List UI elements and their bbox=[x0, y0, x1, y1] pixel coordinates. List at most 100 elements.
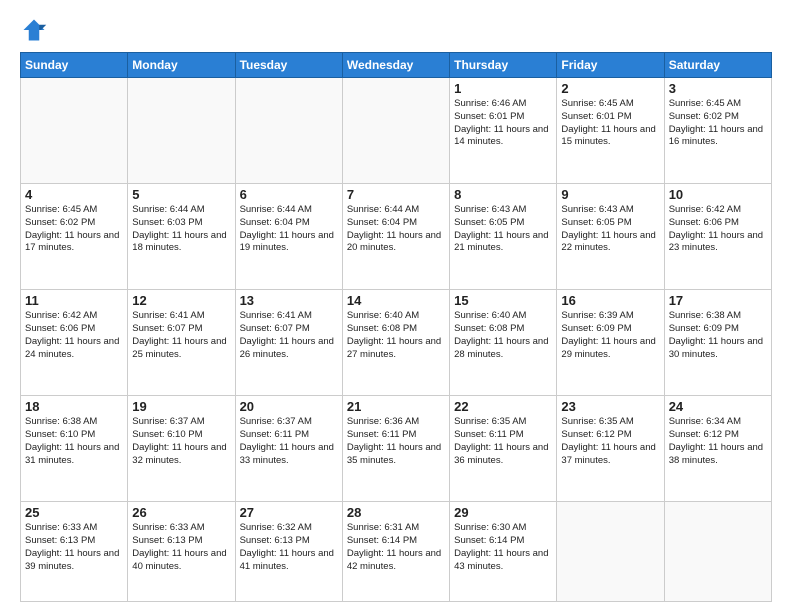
calendar-cell: 7Sunrise: 6:44 AM Sunset: 6:04 PM Daylig… bbox=[342, 184, 449, 290]
weekday-header-wednesday: Wednesday bbox=[342, 53, 449, 78]
day-number: 9 bbox=[561, 187, 659, 202]
day-info: Sunrise: 6:40 AM Sunset: 6:08 PM Dayligh… bbox=[454, 310, 552, 361]
day-info: Sunrise: 6:43 AM Sunset: 6:05 PM Dayligh… bbox=[454, 204, 552, 255]
day-number: 15 bbox=[454, 293, 552, 308]
calendar-cell: 27Sunrise: 6:32 AM Sunset: 6:13 PM Dayli… bbox=[235, 502, 342, 602]
calendar-cell: 25 Sunrise: 6:33 AM Sunset: 6:13 PM Dayli… bbox=[21, 502, 128, 602]
calendar-cell: 23 Sunrise: 6:35 AM Sunset: 6:12 PM Dayli… bbox=[557, 396, 664, 502]
calendar-cell: 4 Sunrise: 6:45 AM Sunset: 6:02 PM Daylig… bbox=[21, 184, 128, 290]
day-info: Sunrise: 6:39 AM Sunset: 6:09 PM Dayligh… bbox=[561, 310, 659, 361]
day-number: 16 bbox=[561, 293, 659, 308]
calendar-cell bbox=[342, 78, 449, 184]
calendar-week-4: 25 Sunrise: 6:33 AM Sunset: 6:13 PM Dayli… bbox=[21, 502, 772, 602]
weekday-header-saturday: Saturday bbox=[664, 53, 771, 78]
weekday-header-thursday: Thursday bbox=[450, 53, 557, 78]
day-number: 24 bbox=[669, 399, 767, 414]
calendar-cell: 9 Sunrise: 6:43 AM Sunset: 6:05 PM Daylig… bbox=[557, 184, 664, 290]
day-info: Sunrise: 6:45 AM Sunset: 6:01 PM Dayligh… bbox=[561, 98, 659, 149]
calendar-table: SundayMondayTuesdayWednesdayThursdayFrid… bbox=[20, 52, 772, 602]
calendar-cell: 13 Sunrise: 6:41 AM Sunset: 6:07 PM Dayli… bbox=[235, 290, 342, 396]
calendar-cell bbox=[235, 78, 342, 184]
day-info: Sunrise: 6:33 AM Sunset: 6:13 PM Dayligh… bbox=[132, 522, 230, 573]
weekday-header-sunday: Sunday bbox=[21, 53, 128, 78]
day-info: Sunrise: 6:30 AM Sunset: 6:14 PM Dayligh… bbox=[454, 522, 552, 573]
day-number: 5 bbox=[132, 187, 230, 202]
day-info: Sunrise: 6:38 AM Sunset: 6:09 PM Dayligh… bbox=[669, 310, 767, 361]
calendar-cell: 2 Sunrise: 6:45 AM Sunset: 6:01 PM Daylig… bbox=[557, 78, 664, 184]
calendar-cell: 17 Sunrise: 6:38 AM Sunset: 6:09 PM Dayli… bbox=[664, 290, 771, 396]
calendar-cell: 11 Sunrise: 6:42 AM Sunset: 6:06 PM Dayli… bbox=[21, 290, 128, 396]
day-number: 29 bbox=[454, 505, 552, 520]
calendar-cell: 3 Sunrise: 6:45 AM Sunset: 6:02 PM Daylig… bbox=[664, 78, 771, 184]
day-info: Sunrise: 6:45 AM Sunset: 6:02 PM Dayligh… bbox=[25, 204, 123, 255]
day-info: Sunrise: 6:41 AM Sunset: 6:07 PM Dayligh… bbox=[240, 310, 338, 361]
day-number: 23 bbox=[561, 399, 659, 414]
calendar-cell: 8 Sunrise: 6:43 AM Sunset: 6:05 PM Daylig… bbox=[450, 184, 557, 290]
day-info: Sunrise: 6:43 AM Sunset: 6:05 PM Dayligh… bbox=[561, 204, 659, 255]
calendar-cell: 19 Sunrise: 6:37 AM Sunset: 6:10 PM Dayli… bbox=[128, 396, 235, 502]
calendar-cell bbox=[128, 78, 235, 184]
weekday-header-row: SundayMondayTuesdayWednesdayThursdayFrid… bbox=[21, 53, 772, 78]
day-info: Sunrise: 6:37 AM Sunset: 6:11 PM Dayligh… bbox=[240, 416, 338, 467]
calendar-cell: 20 Sunrise: 6:37 AM Sunset: 6:11 PM Dayli… bbox=[235, 396, 342, 502]
day-info: Sunrise: 6:41 AM Sunset: 6:07 PM Dayligh… bbox=[132, 310, 230, 361]
calendar-cell: 28Sunrise: 6:31 AM Sunset: 6:14 PM Dayli… bbox=[342, 502, 449, 602]
day-info: Sunrise: 6:44 AM Sunset: 6:04 PM Dayligh… bbox=[240, 204, 338, 255]
day-number: 2 bbox=[561, 81, 659, 96]
logo bbox=[20, 16, 52, 44]
day-number: 1 bbox=[454, 81, 552, 96]
calendar-cell: 22 Sunrise: 6:35 AM Sunset: 6:11 PM Dayli… bbox=[450, 396, 557, 502]
day-number: 4 bbox=[25, 187, 123, 202]
calendar-week-2: 11 Sunrise: 6:42 AM Sunset: 6:06 PM Dayli… bbox=[21, 290, 772, 396]
day-info: Sunrise: 6:38 AM Sunset: 6:10 PM Dayligh… bbox=[25, 416, 123, 467]
day-info: Sunrise: 6:37 AM Sunset: 6:10 PM Dayligh… bbox=[132, 416, 230, 467]
day-number: 11 bbox=[25, 293, 123, 308]
day-number: 13 bbox=[240, 293, 338, 308]
day-info: Sunrise: 6:45 AM Sunset: 6:02 PM Dayligh… bbox=[669, 98, 767, 149]
day-number: 17 bbox=[669, 293, 767, 308]
day-number: 25 bbox=[25, 505, 123, 520]
day-info: Sunrise: 6:31 AM Sunset: 6:14 PM Dayligh… bbox=[347, 522, 445, 573]
weekday-header-monday: Monday bbox=[128, 53, 235, 78]
weekday-header-tuesday: Tuesday bbox=[235, 53, 342, 78]
day-info: Sunrise: 6:35 AM Sunset: 6:11 PM Dayligh… bbox=[454, 416, 552, 467]
calendar-cell: 1 Sunrise: 6:46 AM Sunset: 6:01 PM Daylig… bbox=[450, 78, 557, 184]
day-info: Sunrise: 6:34 AM Sunset: 6:12 PM Dayligh… bbox=[669, 416, 767, 467]
day-info: Sunrise: 6:46 AM Sunset: 6:01 PM Dayligh… bbox=[454, 98, 552, 149]
calendar-cell: 18 Sunrise: 6:38 AM Sunset: 6:10 PM Dayli… bbox=[21, 396, 128, 502]
day-number: 12 bbox=[132, 293, 230, 308]
calendar-cell bbox=[664, 502, 771, 602]
day-number: 19 bbox=[132, 399, 230, 414]
calendar-cell: 6Sunrise: 6:44 AM Sunset: 6:04 PM Daylig… bbox=[235, 184, 342, 290]
day-number: 27 bbox=[240, 505, 338, 520]
day-info: Sunrise: 6:42 AM Sunset: 6:06 PM Dayligh… bbox=[25, 310, 123, 361]
calendar-cell bbox=[557, 502, 664, 602]
day-info: Sunrise: 6:33 AM Sunset: 6:13 PM Dayligh… bbox=[25, 522, 123, 573]
calendar-week-3: 18 Sunrise: 6:38 AM Sunset: 6:10 PM Dayli… bbox=[21, 396, 772, 502]
calendar-cell: 15 Sunrise: 6:40 AM Sunset: 6:08 PM Dayli… bbox=[450, 290, 557, 396]
day-number: 3 bbox=[669, 81, 767, 96]
day-info: Sunrise: 6:40 AM Sunset: 6:08 PM Dayligh… bbox=[347, 310, 445, 361]
calendar-cell: 10Sunrise: 6:42 AM Sunset: 6:06 PM Dayli… bbox=[664, 184, 771, 290]
header bbox=[20, 16, 772, 44]
logo-icon bbox=[20, 16, 48, 44]
day-number: 18 bbox=[25, 399, 123, 414]
calendar-cell: 14Sunrise: 6:40 AM Sunset: 6:08 PM Dayli… bbox=[342, 290, 449, 396]
day-info: Sunrise: 6:44 AM Sunset: 6:03 PM Dayligh… bbox=[132, 204, 230, 255]
calendar-cell: 21 Sunrise: 6:36 AM Sunset: 6:11 PM Dayli… bbox=[342, 396, 449, 502]
calendar-cell: 29 Sunrise: 6:30 AM Sunset: 6:14 PM Dayli… bbox=[450, 502, 557, 602]
calendar-cell: 12 Sunrise: 6:41 AM Sunset: 6:07 PM Dayli… bbox=[128, 290, 235, 396]
calendar-cell: 24 Sunrise: 6:34 AM Sunset: 6:12 PM Dayli… bbox=[664, 396, 771, 502]
day-info: Sunrise: 6:35 AM Sunset: 6:12 PM Dayligh… bbox=[561, 416, 659, 467]
calendar-week-1: 4 Sunrise: 6:45 AM Sunset: 6:02 PM Daylig… bbox=[21, 184, 772, 290]
calendar-week-0: 1 Sunrise: 6:46 AM Sunset: 6:01 PM Daylig… bbox=[21, 78, 772, 184]
day-number: 21 bbox=[347, 399, 445, 414]
day-info: Sunrise: 6:36 AM Sunset: 6:11 PM Dayligh… bbox=[347, 416, 445, 467]
day-number: 7 bbox=[347, 187, 445, 202]
page: SundayMondayTuesdayWednesdayThursdayFrid… bbox=[0, 0, 792, 612]
day-number: 22 bbox=[454, 399, 552, 414]
day-number: 20 bbox=[240, 399, 338, 414]
day-number: 8 bbox=[454, 187, 552, 202]
calendar-cell bbox=[21, 78, 128, 184]
calendar-cell: 5 Sunrise: 6:44 AM Sunset: 6:03 PM Daylig… bbox=[128, 184, 235, 290]
